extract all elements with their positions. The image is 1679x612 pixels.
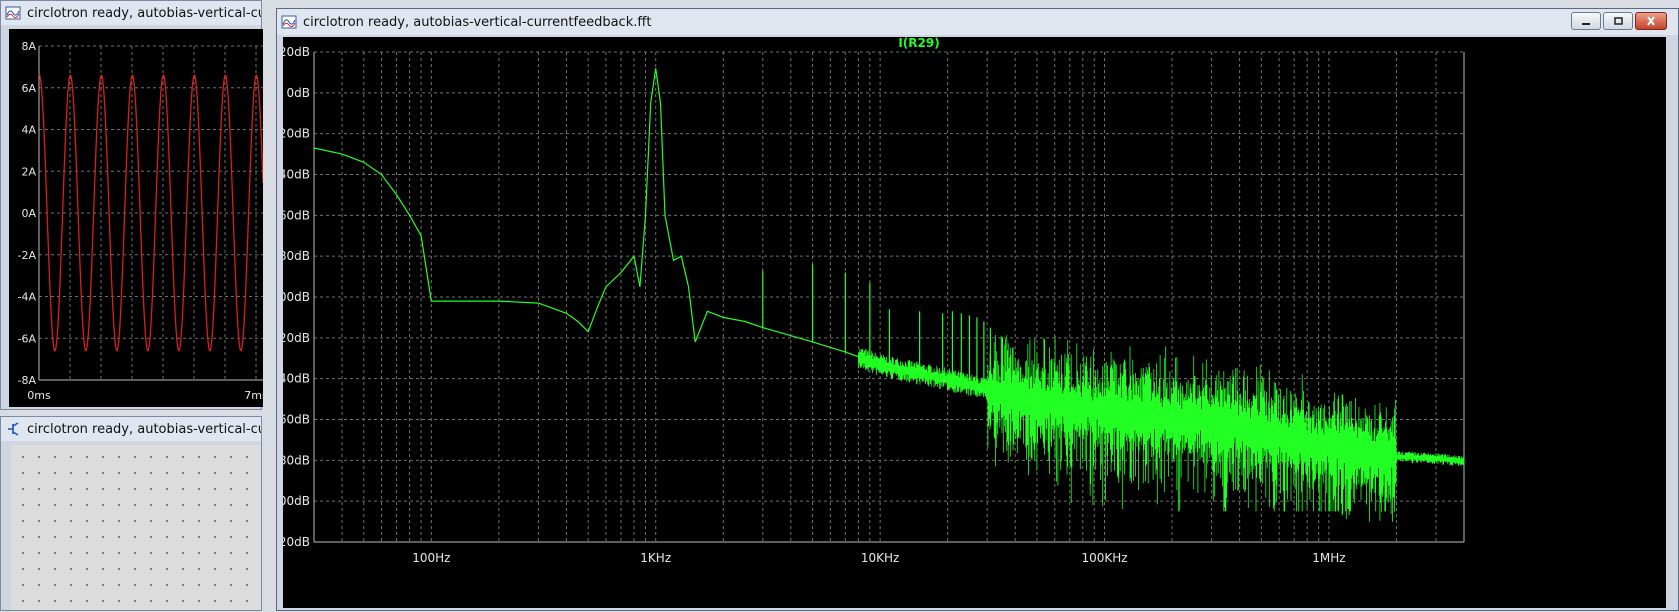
fft-y-tick-label: -200dB (283, 494, 310, 508)
fft-y-tick-label: -220dB (283, 535, 310, 549)
waveform-chart: 8A 6A 4A 2A 0A -2A -4A -6A -8A 0ms 7ms (18, 40, 268, 402)
waveform-y-tick-label: 6A (21, 82, 36, 95)
schematic-title-bar[interactable]: circlotron ready, autobias-vertical-curr… (1, 417, 261, 441)
fft-plot-area[interactable]: 20dB 0dB -20dB -40dB -60dB -80dB -100dB -120dB -… (267, 36, 1666, 608)
waveform-y-tick-label: -2A (18, 249, 37, 262)
fft-x-tick-label: 100Hz (412, 551, 450, 565)
fft-trace-label: I(R29) (898, 37, 939, 50)
fft-y-tick-label: -40dB (283, 168, 310, 182)
fft-y-tick-label: -60dB (283, 208, 310, 222)
fft-y-tick-label: -120dB (283, 331, 310, 345)
waveform-y-tick-label: 2A (21, 165, 36, 178)
fft-chart: 20dB 0dB -20dB -40dB -60dB -80dB -100dB -120dB -… (267, 36, 1465, 565)
fft-window-title: circlotron ready, autobias-vertical-curr… (303, 14, 652, 30)
waveform-y-tick-label: 0A (21, 207, 36, 220)
waveform-window-title: circlotron ready, autobias-vertical-curr… (27, 5, 261, 21)
fft-y-tick-label: 0dB (287, 86, 310, 100)
schematic-window-title: circlotron ready, autobias-vertical-curr… (27, 421, 261, 437)
waveform-y-tick-label: -4A (18, 291, 37, 304)
restore-icon (1614, 17, 1623, 25)
close-icon (1647, 16, 1655, 26)
waveform-window[interactable]: circlotron ready, autobias-vertical-curr… (0, 0, 268, 410)
schematic-app-icon (8, 422, 19, 436)
fft-x-tick-label: 1MHz (1312, 551, 1345, 565)
schematic-canvas[interactable] (11, 445, 261, 610)
fft-y-tick-label: -140dB (283, 372, 310, 386)
fft-y-tick-label: -180dB (283, 453, 310, 467)
schematic-window[interactable]: circlotron ready, autobias-vertical-curr… (0, 416, 262, 611)
fft-y-tick-label: -80dB (283, 249, 310, 263)
waveform-y-tick-label: 4A (21, 124, 36, 137)
fft-y-tick-label: -20dB (283, 127, 310, 141)
waveform-y-tick-label: 8A (21, 40, 36, 53)
fft-noise-floor (858, 335, 1465, 522)
waveform-x-tick-label: 7ms (244, 389, 263, 402)
fft-x-tick-label: 100KHz (1081, 551, 1127, 565)
fft-x-tick-label: 1KHz (640, 551, 671, 565)
waveform-trace (38, 74, 264, 352)
waveform-app-icon (5, 6, 21, 20)
fft-app-icon (281, 15, 297, 29)
fft-x-tick-label: 10KHz (861, 551, 899, 565)
minimize-icon (1582, 23, 1590, 25)
fft-y-tick-label: -100dB (283, 290, 310, 304)
waveform-plot-area[interactable]: 8A 6A 4A 2A 0A -2A -4A -6A -8A 0ms 7ms (9, 29, 268, 407)
fft-y-tick-label: 20dB (283, 45, 310, 59)
fft-title-bar[interactable]: circlotron ready, autobias-vertical-curr… (277, 9, 1678, 35)
waveform-title-bar[interactable]: circlotron ready, autobias-vertical-curr… (1, 1, 261, 25)
waveform-x-tick-label: 0ms (27, 389, 51, 402)
fft-y-tick-label: -160dB (283, 413, 310, 427)
fft-window[interactable]: circlotron ready, autobias-vertical-curr… (267, 8, 1679, 611)
minimize-button[interactable] (1571, 12, 1601, 30)
waveform-y-tick-label: -6A (18, 332, 37, 345)
restore-button[interactable] (1603, 12, 1633, 30)
waveform-y-tick-label: -8A (18, 374, 37, 387)
close-button[interactable] (1635, 12, 1667, 30)
